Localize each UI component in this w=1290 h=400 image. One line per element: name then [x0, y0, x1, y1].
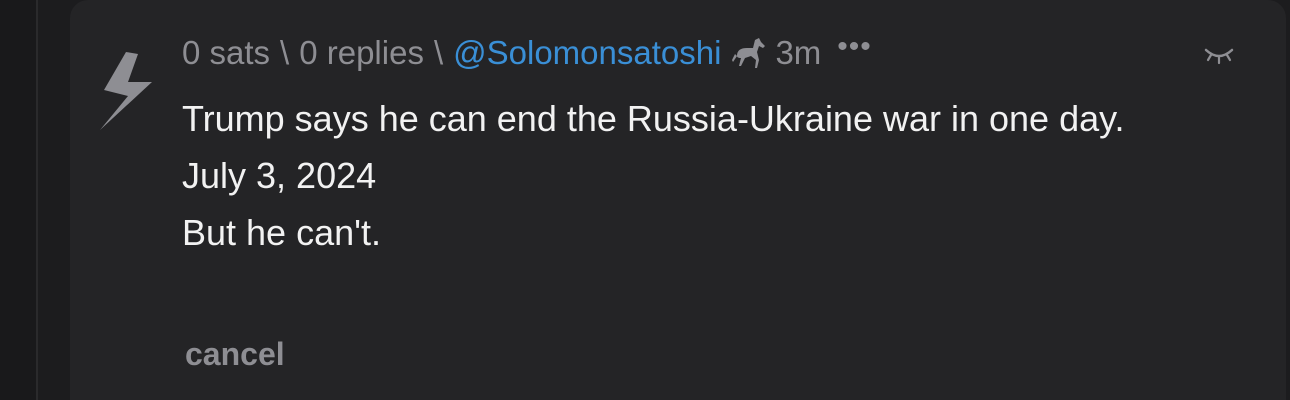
- thread-rail: [0, 0, 38, 400]
- meta-separator: \: [280, 34, 290, 71]
- page: 0 sats \ 0 replies \ @Solomonsatoshi 3m …: [0, 0, 1290, 400]
- body-line: July 3, 2024: [182, 155, 377, 196]
- sats-count[interactable]: 0 sats: [182, 34, 270, 72]
- item-meta: 0 sats \ 0 replies \ @Solomonsatoshi 3m …: [182, 30, 872, 76]
- timestamp[interactable]: 3m: [775, 34, 821, 72]
- more-icon[interactable]: •••: [837, 30, 872, 64]
- meta-separator: \: [433, 34, 444, 71]
- replies-link[interactable]: 0 replies: [299, 34, 424, 72]
- item-body: Trump says he can end the Russia-Ukraine…: [182, 90, 1252, 261]
- horse-icon: [732, 38, 766, 68]
- author-link[interactable]: @Solomonsatoshi: [453, 34, 721, 72]
- body-line: But he can't.: [182, 212, 382, 253]
- body-line: Trump says he can end the Russia-Ukraine…: [182, 98, 1125, 139]
- lightning-bolt-icon[interactable]: [100, 52, 154, 130]
- eye-closed-icon[interactable]: [1203, 44, 1235, 66]
- thread-rail-line: [36, 0, 38, 400]
- cancel-button[interactable]: cancel: [185, 336, 285, 373]
